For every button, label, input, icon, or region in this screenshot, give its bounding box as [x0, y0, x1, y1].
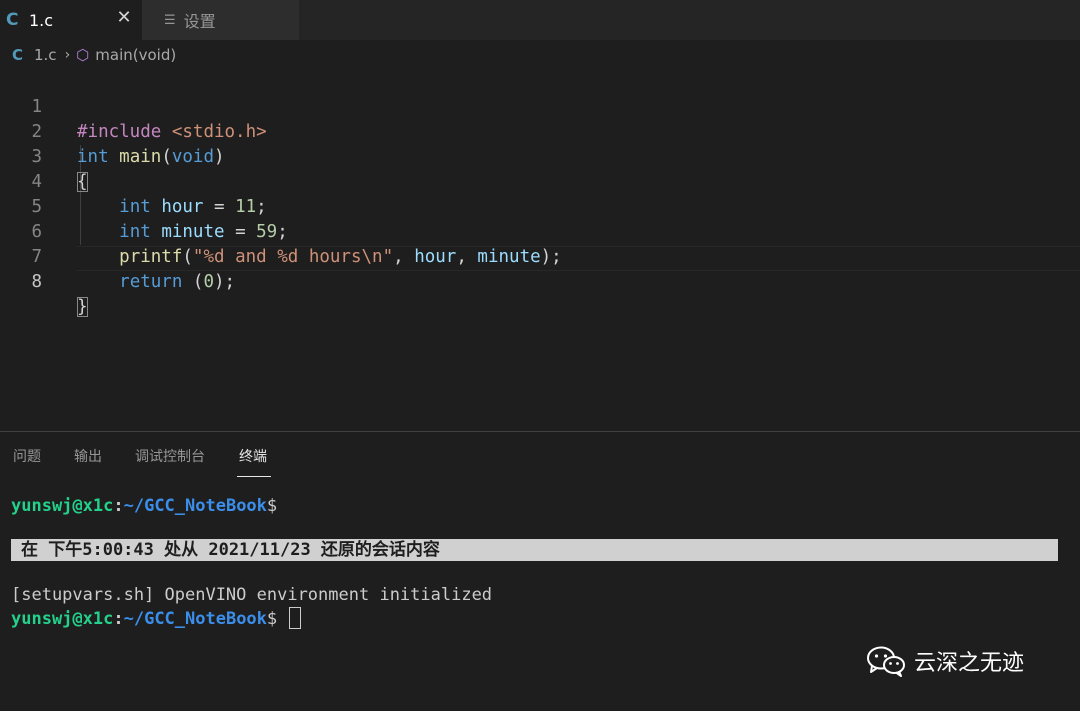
code-line: 4 int hour = 11;	[0, 145, 1080, 217]
tab-debug-console[interactable]: 调试控制台	[135, 446, 205, 466]
close-brace: }	[77, 297, 88, 317]
terminal-prompt-line[interactable]: yunswj@x1c:~/GCC_NoteBook$	[11, 607, 302, 630]
paren: (	[182, 272, 204, 292]
prompt-user: yunswj@x1c	[11, 609, 114, 629]
wechat-icon	[867, 646, 905, 677]
code-line: 7 return (0);	[0, 220, 1080, 292]
list-icon: ☰	[164, 12, 176, 28]
terminal-cursor	[289, 607, 302, 629]
prompt-dollar: $	[266, 609, 278, 629]
tab-problems[interactable]: 问题	[13, 446, 41, 466]
code-line: 6 printf("%d and %d hours\n", hour, minu…	[0, 195, 1080, 267]
tab-terminal[interactable]: 终端	[239, 446, 267, 466]
prompt-colon: :	[113, 496, 124, 516]
code-line: 3 {	[0, 120, 1080, 192]
line-number: 8	[31, 272, 42, 292]
code-editor[interactable]: 1 #include <stdio.h> 2 int main(void) 3 …	[0, 70, 1080, 317]
prompt-user: yunswj@x1c	[11, 496, 114, 516]
session-restored-banner: 在 下午5:00:43 处从 2021/11/23 还原的会话内容	[11, 539, 1058, 561]
editor-tab-bar: C 1.c ✕ ☰ 设置	[0, 0, 1080, 40]
breadcrumb: C 1.c › ⬡ main(void)	[0, 42, 176, 68]
close-icon[interactable]: ✕	[114, 8, 134, 28]
watermark: 云深之无迹	[866, 645, 1024, 677]
number: 0	[203, 272, 214, 292]
c-file-icon: C	[12, 46, 24, 64]
return-keyword: return	[119, 272, 183, 292]
chevron-right-icon: ›	[64, 47, 71, 63]
tab-output[interactable]: 输出	[74, 446, 102, 466]
tab-label: 1.c	[29, 10, 54, 30]
active-tab-indicator	[237, 476, 271, 477]
panel-tab-bar: 问题 输出 调试控制台 终端	[0, 432, 1080, 478]
tab-settings[interactable]: ☰ 设置	[142, 0, 299, 40]
terminal-prompt-line: yunswj@x1c:~/GCC_NoteBook$	[11, 495, 277, 517]
watermark-text: 云深之无迹	[914, 651, 1025, 676]
prompt-dollar: $	[266, 496, 278, 516]
paren-semicolon: );	[214, 272, 236, 292]
c-file-icon: C	[6, 10, 19, 30]
code-line: 8 }	[0, 245, 1080, 317]
code-line: 1 #include <stdio.h>	[0, 70, 1080, 142]
tab-label: 设置	[183, 12, 216, 31]
terminal-output-line: [setupvars.sh] OpenVINO environment init…	[11, 585, 493, 605]
prompt-path: ~/GCC_NoteBook	[123, 609, 267, 629]
tab-1c[interactable]: C 1.c ✕	[0, 0, 142, 40]
breadcrumb-symbol[interactable]: main(void)	[95, 46, 176, 64]
prompt-path: ~/GCC_NoteBook	[123, 496, 267, 516]
prompt-colon: :	[113, 609, 124, 629]
code-line: 2 int main(void)	[0, 95, 1080, 167]
breadcrumb-file[interactable]: 1.c	[34, 46, 57, 64]
code-line: 5 int minute = 59;	[0, 170, 1080, 242]
cube-icon: ⬡	[76, 46, 90, 64]
